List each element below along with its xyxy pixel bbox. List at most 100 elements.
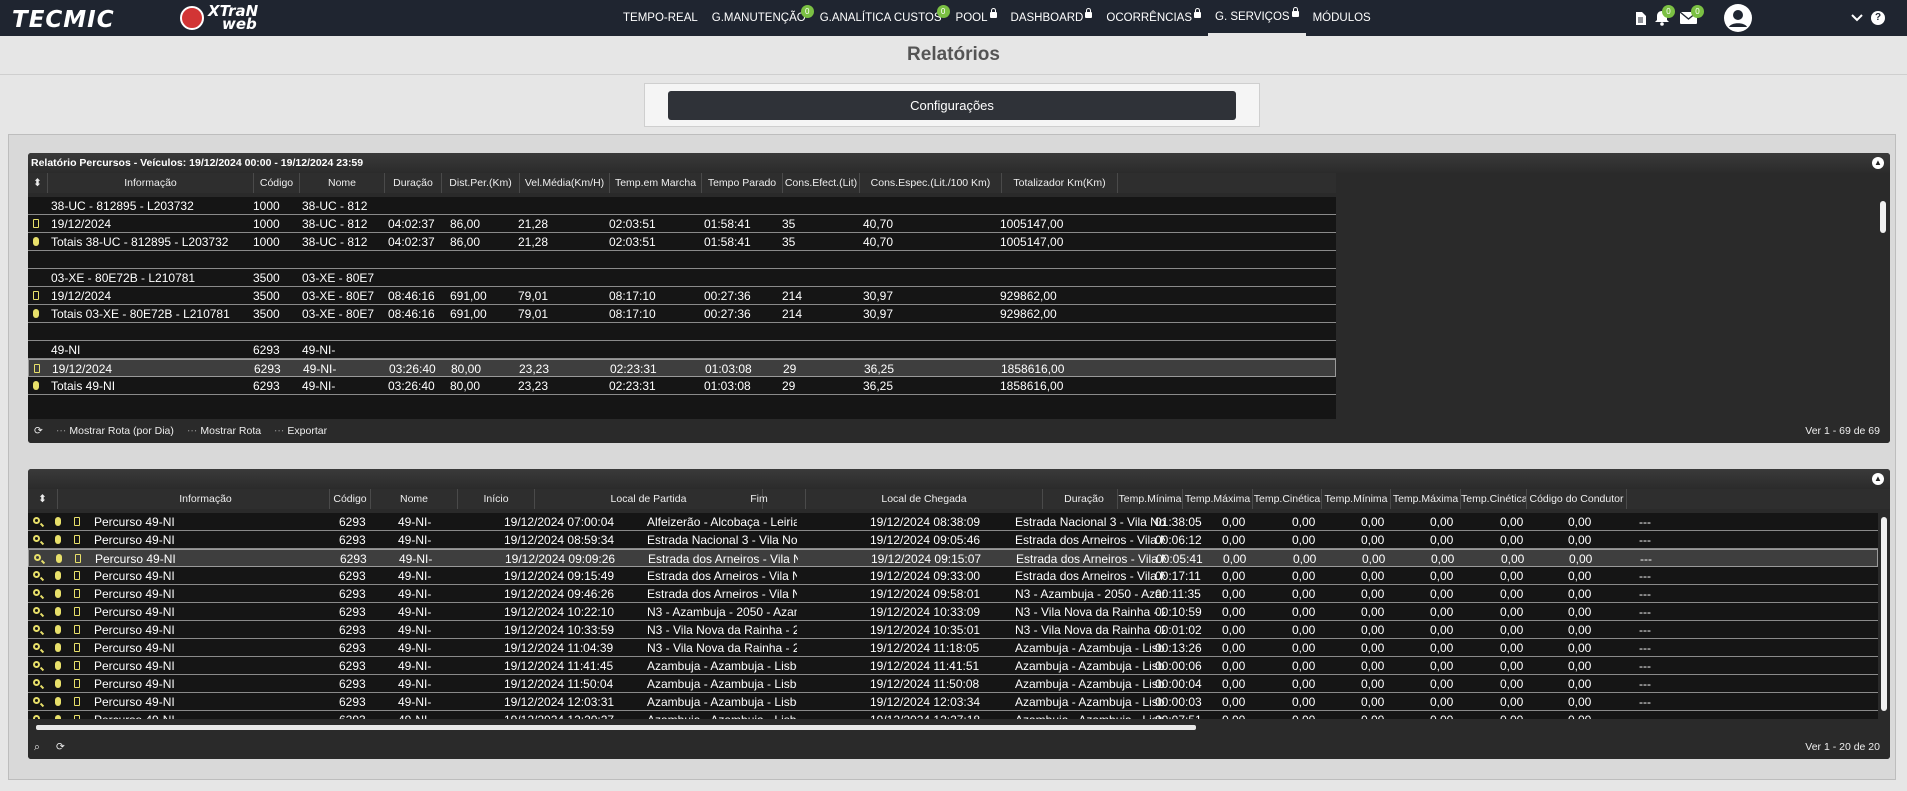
table-row[interactable]: 49-NI 6293 49-NI- [28, 341, 1336, 359]
totals-icon[interactable] [33, 309, 39, 318]
document-icon[interactable] [74, 607, 80, 616]
collapse-icon[interactable]: ▲ [1872, 473, 1884, 485]
export-button[interactable]: ⋯ Exportar [274, 419, 327, 443]
column-header[interactable]: Fim [713, 489, 806, 509]
table-row[interactable]: 19/12/2024 6293 49-NI- 03:26:40 80,00 23,23 02… [28, 359, 1336, 377]
table-row[interactable]: 19/12/2024 1000 38-UC - 812 04:02:37 86,00 21… [28, 215, 1336, 233]
column-header[interactable]: Código do Condutor [1527, 489, 1627, 509]
table-row[interactable]: Totais 38-UC - 812895 - L203732 1000 38-UC… [28, 233, 1336, 251]
show-route-button[interactable]: ⋯ Mostrar Rota [187, 419, 261, 443]
document-icon[interactable] [1635, 0, 1646, 36]
totals-icon[interactable] [55, 535, 61, 544]
table-row[interactable]: 38-UC - 812895 - L203732 1000 38-UC - 812 [28, 197, 1336, 215]
totals-icon[interactable] [55, 679, 61, 688]
totals-icon[interactable] [55, 625, 61, 634]
document-icon[interactable] [74, 571, 80, 580]
totals-icon[interactable] [55, 571, 61, 580]
vertical-scrollbar[interactable] [1881, 517, 1887, 711]
help-icon[interactable]: ? [1871, 0, 1885, 36]
search-icon[interactable] [34, 554, 41, 561]
totals-icon[interactable] [55, 715, 61, 719]
column-header[interactable]: Cons.Espec.(Lit./100 Km) [860, 173, 1002, 193]
column-header[interactable]: Tempo Parado [702, 173, 783, 193]
column-header[interactable]: Local de Chegada [806, 489, 1043, 509]
column-header[interactable]: Temp.em Marcha [610, 173, 702, 193]
column-header[interactable]: Código [330, 489, 371, 509]
search-icon[interactable] [33, 661, 40, 668]
table-row[interactable] [28, 323, 1336, 341]
document-icon[interactable] [74, 697, 80, 706]
column-header[interactable]: Informação [82, 489, 330, 509]
nav-item-6[interactable]: G. SERVIÇOS [1208, 0, 1306, 36]
nav-item-4[interactable]: DASHBOARD [1004, 0, 1100, 36]
search-icon[interactable] [33, 715, 40, 719]
table-row[interactable]: 03-XE - 80E72B - L210781 3500 03-XE - 80E7 [28, 269, 1336, 287]
user-avatar-icon[interactable] [1724, 0, 1752, 36]
table-row[interactable]: Percurso 49-NI 6293 49-NI- 19/12/2024 09:46… [28, 585, 1878, 603]
column-header[interactable]: Nome [300, 173, 385, 193]
column-header[interactable]: Duração [385, 173, 442, 193]
column-header[interactable]: Temp.Cinética [1461, 489, 1527, 509]
nav-item-2[interactable]: G.ANALÍTICA CUSTOS 0 [813, 0, 950, 36]
column-header[interactable]: Temp.Máxima [1391, 489, 1461, 509]
totals-icon[interactable] [56, 554, 62, 563]
document-icon[interactable] [33, 219, 39, 228]
search-icon[interactable] [33, 517, 40, 524]
show-route-daily-button[interactable]: ⋯ Mostrar Rota (por Dia) [56, 419, 174, 443]
totals-icon[interactable] [55, 697, 61, 706]
search-icon[interactable] [33, 589, 40, 596]
search-icon[interactable] [33, 679, 40, 686]
messages-envelope-icon[interactable]: 0 [1680, 0, 1704, 36]
table-row[interactable]: 19/12/2024 3500 03-XE - 80E7 08:46:16 691,00… [28, 287, 1336, 305]
document-icon[interactable] [34, 364, 40, 373]
collapse-icon[interactable]: ▲ [1872, 157, 1884, 169]
table-row[interactable]: Percurso 49-NI 6293 49-NI- 19/12/2024 08:59… [28, 531, 1878, 549]
document-icon[interactable] [74, 661, 80, 670]
document-icon[interactable] [33, 291, 39, 300]
nav-item-7[interactable]: MÓDULOS [1306, 0, 1378, 36]
document-icon[interactable] [74, 643, 80, 652]
table-row[interactable]: Percurso 49-NI 6293 49-NI- 19/12/2024 11:04… [28, 639, 1878, 657]
tecmic-logo[interactable]: TECMIC [12, 7, 115, 33]
table-row[interactable]: Percurso 49-NI 6293 49-NI- 19/12/2024 11:41… [28, 657, 1878, 675]
table-row[interactable]: Percurso 49-NI 6293 49-NI- 19/12/2024 10:33… [28, 621, 1878, 639]
document-icon[interactable] [74, 535, 80, 544]
table-row[interactable] [28, 251, 1336, 269]
document-icon[interactable] [74, 625, 80, 634]
nav-item-3[interactable]: POOL [949, 0, 1004, 36]
nav-item-5[interactable]: OCORRÊNCIAS [1099, 0, 1208, 36]
sort-icon[interactable]: ⬍ [28, 173, 48, 193]
table-row[interactable]: Percurso 49-NI 6293 49-NI- 19/12/2024 09:09… [28, 549, 1878, 567]
totals-icon[interactable] [55, 661, 61, 670]
totals-icon[interactable] [55, 643, 61, 652]
refresh-icon[interactable]: ⟳ [56, 735, 65, 759]
sort-icon[interactable]: ⬍ [28, 489, 58, 509]
totals-icon[interactable] [55, 589, 61, 598]
table-row[interactable]: Percurso 49-NI 6293 49-NI- 19/12/2024 11:50… [28, 675, 1878, 693]
column-header[interactable]: Totalizador Km(Km) [1002, 173, 1118, 193]
column-header[interactable]: Nome [371, 489, 458, 509]
vertical-scrollbar[interactable] [1880, 201, 1886, 233]
document-icon[interactable] [74, 715, 80, 719]
column-header[interactable]: Temp.Máxima [1183, 489, 1253, 509]
document-icon[interactable] [74, 589, 80, 598]
column-header[interactable]: Cons.Efect.(Lit) [783, 173, 860, 193]
column-header[interactable]: Temp.Mínima [1118, 489, 1183, 509]
search-icon[interactable] [33, 697, 40, 704]
totals-icon[interactable] [55, 607, 61, 616]
chevron-down-icon[interactable] [1851, 0, 1863, 36]
nav-item-0[interactable]: TEMPO-REAL [616, 0, 705, 36]
document-icon[interactable] [75, 554, 81, 563]
table-row[interactable]: Totais 49-NI 6293 49-NI- 03:26:40 80,00 23,23… [28, 377, 1336, 395]
document-icon[interactable] [74, 679, 80, 688]
search-icon[interactable] [33, 535, 40, 542]
search-icon[interactable] [33, 625, 40, 632]
table-row[interactable]: Totais 03-XE - 80E72B - L210781 3500 03-XE… [28, 305, 1336, 323]
totals-icon[interactable] [33, 237, 39, 246]
column-header[interactable]: Duração [1051, 489, 1118, 509]
column-header[interactable]: Código [254, 173, 300, 193]
totals-icon[interactable] [33, 381, 39, 390]
search-icon[interactable]: ⌕ [34, 735, 40, 759]
document-icon[interactable] [74, 517, 80, 526]
notifications-bell-icon[interactable]: 0 [1654, 0, 1675, 36]
